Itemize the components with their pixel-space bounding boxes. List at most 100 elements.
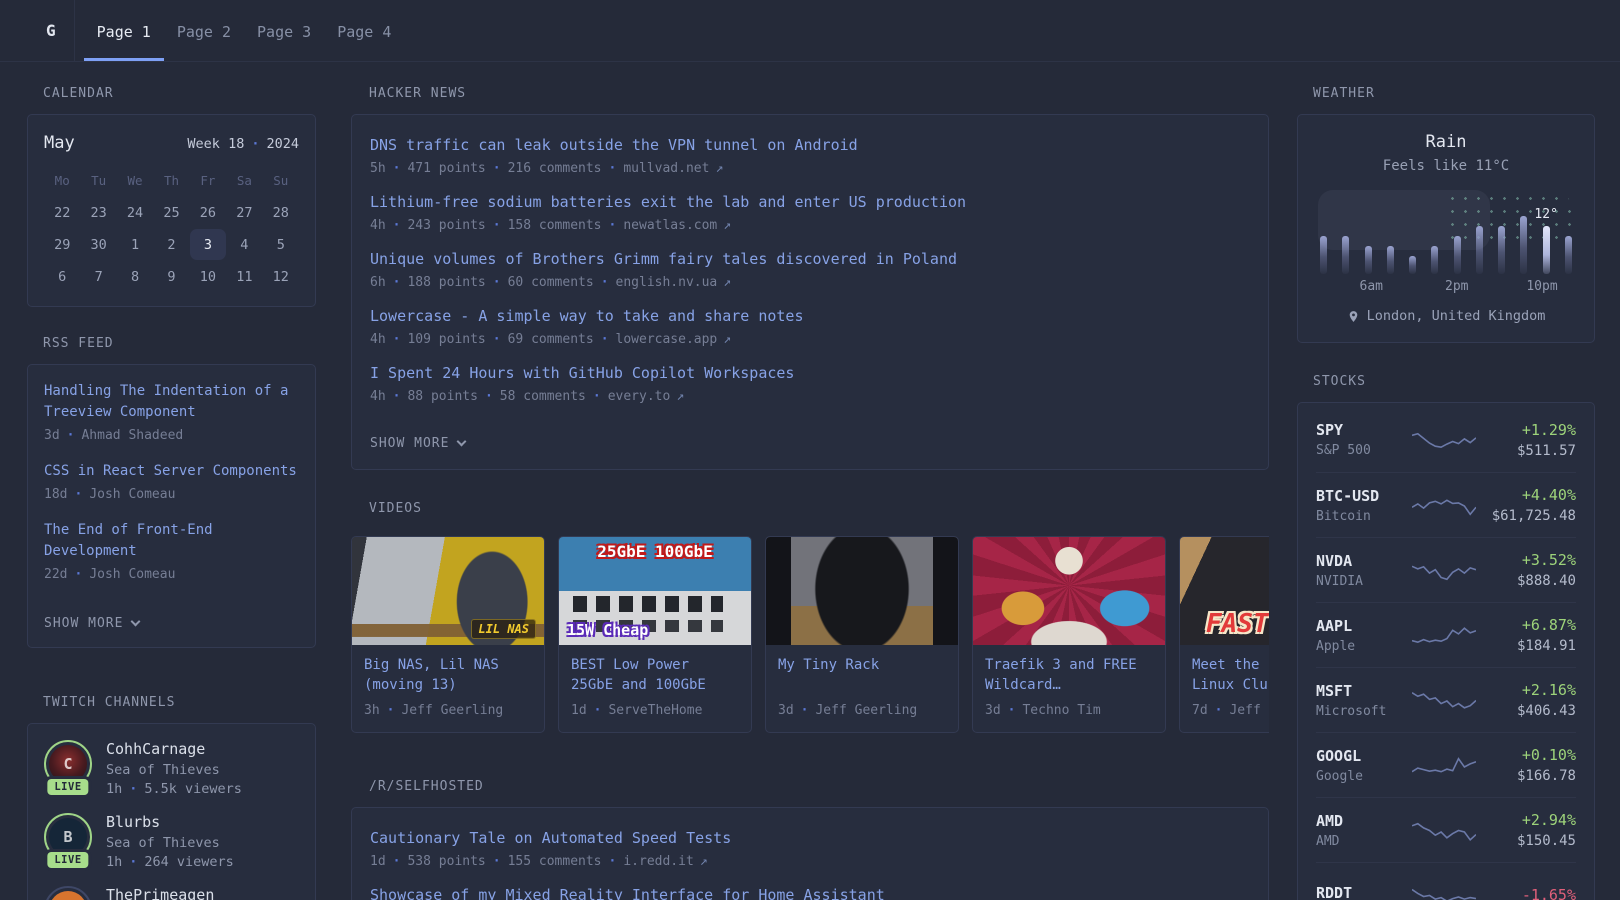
twitch-channel-name[interactable]: CohhCarnage	[106, 740, 205, 758]
live-badge: LIVE	[47, 779, 88, 795]
stock-change: +1.29%	[1486, 421, 1576, 439]
calendar-day: 30	[80, 229, 116, 260]
stock-symbol: AAPL	[1316, 617, 1402, 635]
calendar-day: 9	[153, 261, 189, 292]
story-source-link[interactable]: every.to↗	[608, 389, 684, 404]
twitch-channel-category: Sea of Thieves	[106, 835, 234, 851]
calendar-day: 28	[263, 197, 299, 228]
rss-item: The End of Front-End Development 22d·Jos…	[44, 520, 299, 582]
weather-bar	[1365, 246, 1372, 274]
twitch-channel-info: CohhCarnage Sea of Thieves 1h·5.5k viewe…	[106, 740, 242, 797]
video-card: 25GbE 100GbE 15W Cheap BEST Low Power 25…	[558, 536, 752, 733]
story-title[interactable]: Showcase of my Mixed Reality Interface f…	[370, 885, 1250, 900]
video-thumbnail[interactable]	[973, 537, 1165, 645]
nav-tab[interactable]: Page 4	[324, 0, 404, 61]
video-meta: 3d·Jeff Geerling	[778, 703, 946, 718]
video-thumbnail[interactable]: FAST	[1180, 537, 1269, 645]
videos-header: VIDEOS	[369, 501, 1269, 516]
stock-row[interactable]: MSFT Microsoft +2.16% $406.43	[1316, 667, 1576, 732]
twitch-channel-row[interactable]: C LIVE CohhCarnage Sea of Thieves 1h·5.5…	[44, 740, 299, 797]
rss-card: Handling The Indentation of a Treeview C…	[27, 364, 316, 648]
video-title[interactable]: Traefik 3 and FREE Wildcard…	[985, 655, 1153, 695]
video-thumbnail[interactable]	[766, 537, 958, 645]
stock-row[interactable]: BTC-USD Bitcoin +4.40% $61,725.48	[1316, 472, 1576, 537]
weather-bar	[1520, 216, 1527, 274]
nav-tab[interactable]: Page 2	[164, 0, 244, 61]
twitch-channel-name[interactable]: ThePrimeagen	[106, 886, 214, 900]
thumbnail-overlay-text: LIL NAS	[471, 619, 536, 639]
stock-change: +2.94%	[1486, 811, 1576, 829]
weather-bar-column	[1342, 188, 1349, 274]
rss-show-more-button[interactable]: SHOW MORE	[44, 616, 299, 631]
nav-tab[interactable]: Page 1	[84, 0, 164, 61]
rss-item-title[interactable]: CSS in React Server Components	[44, 461, 299, 482]
rss-item-title[interactable]: The End of Front-End Development	[44, 520, 299, 562]
weather-card: Rain Feels like 11°C	[1297, 114, 1595, 343]
story-source-link[interactable]: i.redd.it↗	[623, 854, 707, 869]
story-title[interactable]: Lithium-free sodium batteries exit the l…	[370, 192, 1250, 212]
calendar-day: 24	[117, 197, 153, 228]
story-source-link[interactable]: mullvad.net↗	[623, 161, 723, 176]
story-title[interactable]: Unique volumes of Brothers Grimm fairy t…	[370, 249, 1250, 269]
twitch-channel-row[interactable]: ThePrimeagen	[44, 886, 299, 900]
weather-bar-column	[1387, 188, 1394, 274]
location-pin-icon	[1347, 309, 1360, 324]
video-info: Traefik 3 and FREE Wildcard… 3d·Techno T…	[973, 645, 1165, 732]
video-thumbnail[interactable]: 25GbE 100GbE 15W Cheap	[559, 537, 751, 645]
stock-row[interactable]: GOOGL Google +0.10% $166.78	[1316, 732, 1576, 797]
video-title[interactable]: Big NAS, Lil NAS (moving 13)	[364, 655, 532, 695]
twitch-channel-viewers: 1h·264 viewers	[106, 854, 234, 870]
rss-item-title[interactable]: Handling The Indentation of a Treeview C…	[44, 381, 299, 423]
separator-dot: ·	[393, 218, 401, 233]
calendar-day: 4	[226, 229, 262, 260]
video-thumbnail[interactable]: LIL NAS	[352, 537, 544, 645]
video-title[interactable]: BEST Low Power 25GbE and 100GbE Switch…	[571, 655, 739, 695]
twitch-channel-row[interactable]: B LIVE Blurbs Sea of Thieves 1h·264 view…	[44, 813, 299, 870]
twitch-card: C LIVE CohhCarnage Sea of Thieves 1h·5.5…	[27, 723, 316, 900]
weekday-label: Su	[263, 169, 299, 193]
avatar-image: B	[49, 818, 87, 856]
stock-row[interactable]: NVDA NVIDIA +3.52% $888.40	[1316, 537, 1576, 602]
story-source-link[interactable]: lowercase.app↗	[616, 332, 732, 347]
story-title[interactable]: Lowercase - A simple way to take and sha…	[370, 306, 1250, 326]
avatar	[44, 886, 92, 900]
twitch-header: TWITCH CHANNELS	[43, 695, 316, 710]
calendar-day: 3	[190, 229, 226, 260]
story-title[interactable]: Cautionary Tale on Automated Speed Tests	[370, 828, 1250, 848]
stock-identity: AMD AMD	[1316, 812, 1402, 849]
stock-name: Microsoft	[1316, 704, 1402, 719]
weather-bar-column	[1565, 188, 1572, 274]
hackernews-list: DNS traffic can leak outside the VPN tun…	[370, 135, 1250, 404]
videos-row[interactable]: LIL NAS Big NAS, Lil NAS (moving 13) 3h·…	[351, 536, 1269, 733]
weather-bar-column	[1409, 188, 1416, 274]
avatar-image: C	[49, 745, 87, 783]
app-logo[interactable]: G	[40, 0, 75, 61]
video-info: BEST Low Power 25GbE and 100GbE Switch… …	[559, 645, 751, 732]
video-title[interactable]: Meet the fastest Linux Cluster	[1192, 655, 1269, 695]
nav-tab[interactable]: Page 3	[244, 0, 324, 61]
hackernews-show-more-button[interactable]: SHOW MORE	[370, 436, 465, 451]
stock-identity: RDDT	[1316, 884, 1402, 900]
stock-identity: SPY S&P 500	[1316, 421, 1402, 458]
story-source-link[interactable]: newatlas.com↗	[623, 218, 731, 233]
calendar-weekday-row: MoTuWeThFrSaSu	[44, 169, 299, 193]
stock-change: +4.40%	[1486, 486, 1576, 504]
calendar-card: May Week 18·2024 MoTuWeThFrSaSu 22232425…	[27, 114, 316, 307]
rss-item: Handling The Indentation of a Treeview C…	[44, 381, 299, 443]
stock-row[interactable]: SPY S&P 500 +1.29% $511.57	[1316, 407, 1576, 472]
story-title[interactable]: DNS traffic can leak outside the VPN tun…	[370, 135, 1250, 155]
separator-dot: ·	[493, 275, 501, 290]
twitch-channel-name[interactable]: Blurbs	[106, 813, 160, 831]
external-link-icon: ↗	[723, 332, 731, 347]
weekday-label: Th	[153, 169, 189, 193]
stock-row[interactable]: AAPL Apple +6.87% $184.91	[1316, 602, 1576, 667]
story-source-link[interactable]: english.nv.ua↗	[616, 275, 732, 290]
separator-dot: ·	[67, 428, 75, 443]
video-title[interactable]: My Tiny Rack	[778, 655, 946, 695]
story-title[interactable]: I Spent 24 Hours with GitHub Copilot Wor…	[370, 363, 1250, 383]
stock-sparkline	[1412, 750, 1476, 780]
stock-row[interactable]: AMD AMD +2.94% $150.45	[1316, 797, 1576, 862]
stock-row[interactable]: RDDT -1.65%	[1316, 862, 1576, 900]
stock-values: +2.16% $406.43	[1486, 681, 1576, 719]
separator-dot: ·	[1215, 703, 1223, 718]
